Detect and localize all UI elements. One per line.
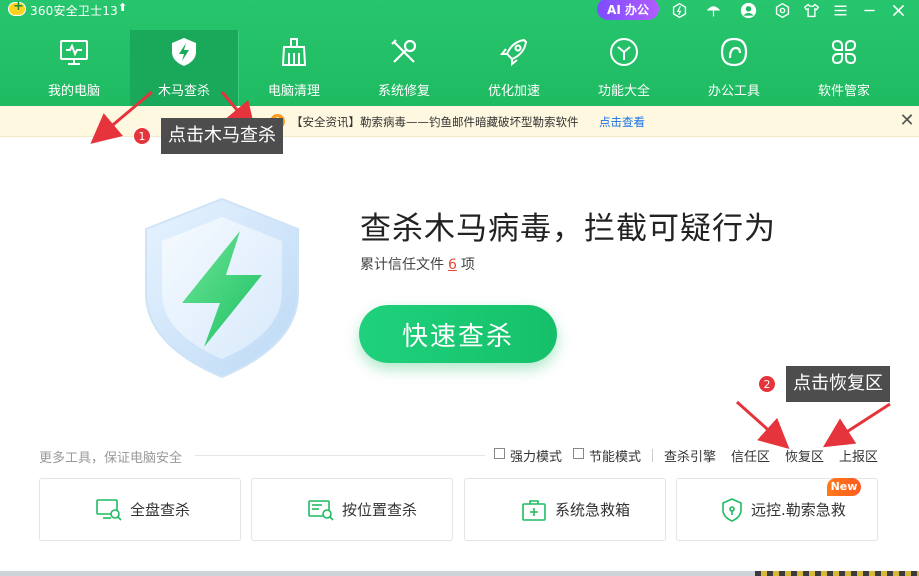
tool-label: 全盘查杀 xyxy=(130,501,191,519)
notice-view-link[interactable]: 点击查看 xyxy=(599,114,645,130)
trust-zone-link[interactable]: 信任区 xyxy=(731,446,770,465)
nav-cleanup[interactable]: 电脑清理 xyxy=(239,30,349,106)
nav-label: 软件管家 xyxy=(817,84,870,99)
shield-bolt-illustration xyxy=(145,197,299,379)
first-aid-kit-icon xyxy=(522,500,546,521)
strong-mode-checkbox[interactable] xyxy=(494,448,505,459)
upgrade-arrow-icon[interactable]: ⬆ xyxy=(118,1,127,14)
trusted-files-count[interactable]: 6 xyxy=(448,257,457,273)
step-2-number: 2 xyxy=(758,375,776,393)
broom-icon xyxy=(281,38,307,66)
nav-trojan-scan[interactable]: 木马查杀 xyxy=(130,30,238,106)
trusted-files-suffix: 项 xyxy=(460,257,475,273)
shirt-icon[interactable] xyxy=(801,0,821,20)
cube-icon xyxy=(610,38,638,66)
options-divider xyxy=(652,449,653,462)
apps-icon xyxy=(831,39,857,65)
full-scan-card[interactable]: 全盘查杀 xyxy=(39,478,241,541)
location-scan-icon xyxy=(308,500,334,521)
close-icon[interactable] xyxy=(888,0,908,20)
nav-optimize[interactable]: 优化加速 xyxy=(459,30,569,106)
app-title: 360安全卫士13 xyxy=(30,4,118,18)
main-nav: 我的电脑 木马查杀 电脑清理 系统修复 优化加速 功能大全 办公工具 软件管家 xyxy=(0,30,919,106)
nav-label: 我的电脑 xyxy=(47,84,100,99)
report-zone-link[interactable]: 上报区 xyxy=(839,446,878,465)
app-logo-icon xyxy=(8,0,26,16)
nav-software-manager[interactable]: 软件管家 xyxy=(789,30,899,106)
location-scan-card[interactable]: 按位置查杀 xyxy=(251,478,453,541)
top-header: 360安全卫士13 ⬆ AI 办公 xyxy=(0,0,919,106)
step-2-callout: 点击恢复区 xyxy=(786,366,890,402)
trusted-files-prefix: 累计信任文件 xyxy=(360,257,444,273)
hero-title: 查杀木马病毒，拦截可疑行为 xyxy=(360,211,776,247)
nav-label: 系统修复 xyxy=(377,84,430,99)
more-tools-label: 更多工具，保证电脑安全 xyxy=(39,451,183,466)
ai-office-button[interactable]: AI 办公 xyxy=(597,0,659,20)
quick-scan-button[interactable]: 快速查杀 xyxy=(359,305,557,363)
divider-line xyxy=(195,455,485,456)
nav-functions[interactable]: 功能大全 xyxy=(569,30,679,106)
nav-my-computer[interactable]: 我的电脑 xyxy=(19,30,129,106)
strong-mode-label[interactable]: 强力模式 xyxy=(510,446,562,465)
umbrella-icon[interactable] xyxy=(703,0,723,20)
menu-icon[interactable] xyxy=(830,0,850,20)
nav-label: 功能大全 xyxy=(597,84,650,99)
power-save-mode-label[interactable]: 节能模式 xyxy=(589,446,641,465)
skin-icon[interactable] xyxy=(772,0,792,20)
step-1-callout: 点击木马查杀 xyxy=(161,118,283,154)
notice-text: 【安全资讯】勒索病毒——钓鱼邮件暗藏破坏型勒索软件 xyxy=(291,115,579,129)
first-aid-kit-card[interactable]: 系统急救箱 xyxy=(464,478,666,541)
tools-icon xyxy=(391,39,417,63)
notice-close-icon[interactable]: ✕ xyxy=(897,111,917,131)
tool-label: 按位置查杀 xyxy=(342,501,418,519)
new-badge: New xyxy=(827,478,861,496)
shield-lock-icon xyxy=(722,498,742,522)
user-avatar-icon[interactable] xyxy=(738,0,758,20)
monitor-icon xyxy=(60,40,88,65)
nav-office-tools[interactable]: 办公工具 xyxy=(679,30,789,106)
office-icon xyxy=(720,37,748,67)
nav-label: 办公工具 xyxy=(707,84,760,99)
power-save-mode-checkbox[interactable] xyxy=(573,448,584,459)
rocket-icon xyxy=(499,38,528,67)
step-1-number: 1 xyxy=(133,127,151,145)
full-scan-icon xyxy=(96,499,122,521)
nav-label: 优化加速 xyxy=(487,84,540,99)
trusted-files-summary: 累计信任文件 6 项 xyxy=(360,254,475,274)
title-bar: 360安全卫士13 ⬆ AI 办公 xyxy=(0,0,919,20)
minimize-icon[interactable] xyxy=(859,0,879,20)
nav-label: 木马查杀 xyxy=(157,84,210,99)
taskbar-decoration xyxy=(755,571,919,576)
shield-bolt-icon xyxy=(172,38,196,66)
speed-icon[interactable] xyxy=(669,0,689,20)
tool-label: 系统急救箱 xyxy=(555,501,631,519)
nav-label: 电脑清理 xyxy=(267,84,320,99)
scan-engine-link[interactable]: 查杀引擎 xyxy=(664,446,716,465)
tool-label: 远控.勒索急救 xyxy=(751,501,846,519)
restore-zone-link[interactable]: 恢复区 xyxy=(785,446,824,465)
nav-system-repair[interactable]: 系统修复 xyxy=(349,30,459,106)
